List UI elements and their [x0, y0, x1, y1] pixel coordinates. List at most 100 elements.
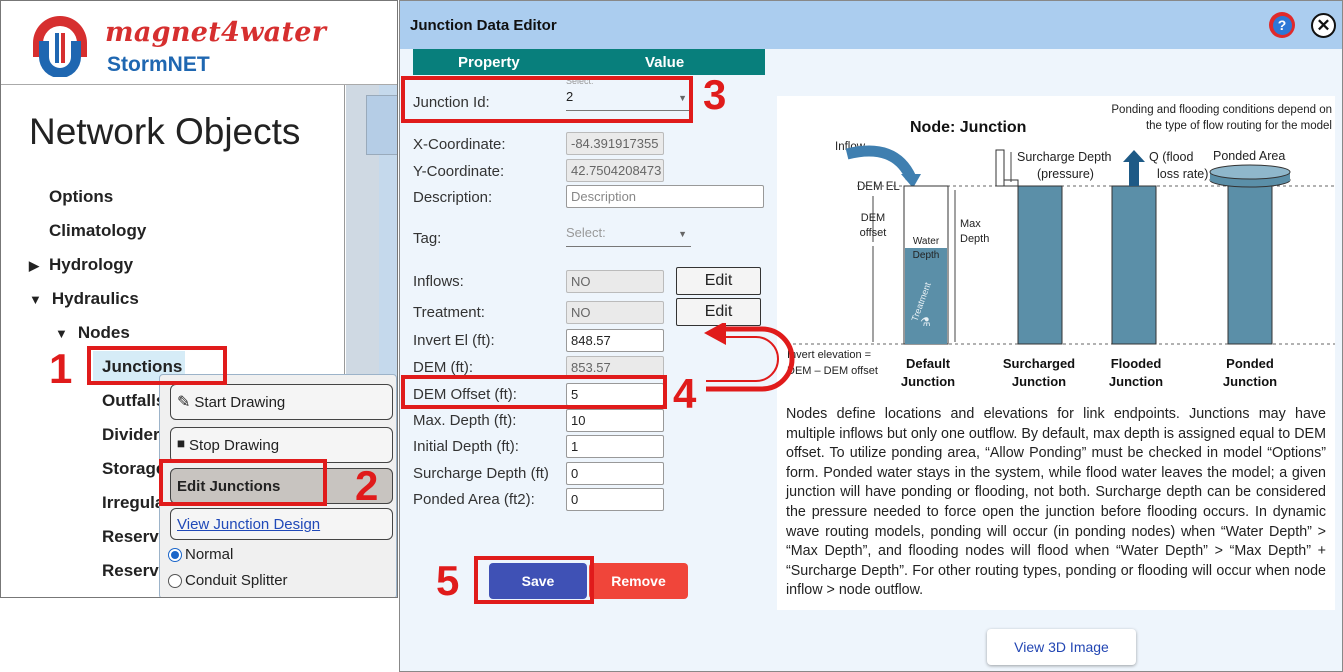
nav-item-options[interactable]: Options [49, 187, 113, 207]
ponded-area-label: Ponded Area (ft2): [413, 491, 535, 508]
diagram-title: Node: Junction [910, 119, 1026, 136]
flask-icon: ⚗ [920, 315, 931, 329]
junction-type-label: Flooded [1111, 356, 1162, 371]
dem-offset-label: offset [860, 227, 887, 239]
flood-loss-label: loss rate) [1157, 167, 1208, 181]
radio-conduit-splitter[interactable]: Conduit Splitter [168, 572, 288, 589]
invert-el-input[interactable]: 848.57 [566, 329, 664, 352]
water-depth-label: Water [913, 236, 940, 247]
nav-item-label: Divider [102, 425, 160, 444]
dialog-header: Junction Data Editor ? ✕ [400, 1, 1342, 49]
nav-item-label: Hydrology [49, 255, 134, 274]
nav-item-storage[interactable]: Storage [102, 459, 165, 479]
radio-label: Normal [185, 546, 234, 563]
dem-offset-label: DEM [861, 212, 885, 224]
nav-item-reservoir-2[interactable]: Reserv [102, 561, 159, 581]
highlight-junction-id [401, 76, 693, 123]
junction-description: Nodes define locations and elevations fo… [777, 399, 1335, 610]
button-label: Stop Drawing [189, 436, 280, 454]
junction-type-label: Junction [1012, 374, 1066, 389]
surcharge-depth-input[interactable]: 0 [566, 462, 664, 485]
surcharge-depth-label: Surcharge Depth (ft) [413, 465, 549, 482]
inflows-field: NO [566, 270, 664, 293]
flood-arrowhead [1123, 150, 1145, 162]
help-icon[interactable]: ? [1269, 12, 1295, 38]
description-input[interactable]: Description [566, 185, 764, 208]
start-drawing-button[interactable]: ✎ Start Drawing [170, 384, 393, 420]
nav-item-hydrology[interactable]: ▶ Hydrology [29, 255, 133, 275]
nav-item-label: Reserv [102, 527, 159, 546]
diagram-note: the type of flow routing for the model [1146, 120, 1332, 132]
radio-label: Conduit Splitter [185, 572, 288, 589]
nav-item-reservoir[interactable]: Reserv [102, 527, 159, 547]
junction-type-label: Surcharged [1003, 356, 1075, 371]
junction-type-label: Default [906, 356, 951, 371]
highlight-junctions [87, 346, 227, 385]
nav-item-hydraulics[interactable]: ▼ Hydraulics [29, 289, 139, 309]
map-feature [366, 95, 397, 155]
nav-item-irregular[interactable]: Irregula [102, 493, 164, 513]
logo-area: magnet4water StormNET [1, 1, 397, 85]
treatment-label: Treatment: [413, 304, 485, 321]
magnet-logo-icon [33, 16, 87, 77]
brand-name: magnet4water [105, 17, 327, 48]
nav-item-label: Irregula [102, 493, 165, 512]
nav-item-label: Storage [102, 459, 166, 478]
nav-item-label: Hydraulics [51, 289, 139, 308]
nav-item-label: Climatology [49, 221, 147, 240]
surcharged-junction-shape [1017, 185, 1063, 345]
inflows-label: Inflows: [413, 273, 464, 290]
flood-arrow-icon [1129, 160, 1139, 186]
pencil-icon: ✎ [177, 394, 191, 411]
edit-treatment-button[interactable]: Edit [676, 298, 761, 326]
description-label: Description: [413, 189, 493, 206]
stop-drawing-button[interactable]: ⏹ Stop Drawing [170, 427, 393, 463]
max-depth-input[interactable]: 10 [566, 409, 664, 432]
junction-diagram: Ponding and flooding conditions depend o… [777, 96, 1335, 399]
edit-inflows-button[interactable]: Edit [676, 267, 761, 295]
column-property: Property [458, 54, 520, 71]
view-junction-design-link[interactable]: View Junction Design [170, 508, 393, 540]
initial-depth-label: Initial Depth (ft): [413, 438, 519, 455]
app-sidebar: magnet4water StormNET Network Objects Op… [0, 0, 398, 598]
radio-unselected-icon [168, 573, 182, 588]
ponded-area-label: Ponded Area [1213, 149, 1285, 163]
radio-normal[interactable]: Normal [168, 546, 233, 563]
highlight-save [474, 556, 594, 604]
junction-type-label: Junction [901, 374, 955, 389]
select-placeholder: Select: [566, 225, 606, 240]
dropdown-arrow-icon: ▼ [678, 229, 687, 239]
dialog-title: Junction Data Editor [410, 17, 557, 34]
nav-item-divider[interactable]: Divider [102, 425, 160, 445]
view-3d-image-button[interactable]: View 3D Image [987, 629, 1136, 665]
step-number: 4 [673, 370, 697, 417]
max-depth-label: Max [960, 218, 981, 230]
nav-item-outfalls[interactable]: Outfalls [102, 391, 165, 411]
caret-right-icon: ▶ [29, 258, 39, 273]
max-depth-label: Max. Depth (ft): [413, 412, 517, 429]
dem-label: DEM (ft): [413, 359, 473, 376]
x-coordinate-label: X-Coordinate: [413, 136, 506, 153]
diagram-note: Ponding and flooding conditions depend o… [1111, 104, 1332, 116]
nav-item-label: Nodes [77, 323, 130, 342]
initial-depth-input[interactable]: 1 [566, 435, 664, 458]
y-coordinate-field: 42.7504208473 [566, 159, 664, 182]
nav-item-climatology[interactable]: Climatology [49, 221, 146, 241]
flooded-junction-shape [1111, 185, 1157, 345]
radio-selected-icon [168, 547, 182, 562]
max-depth-label: Depth [960, 233, 989, 245]
close-icon[interactable]: ✕ [1311, 13, 1336, 38]
panel-title: Network Objects [29, 111, 301, 152]
step-number: 5 [436, 557, 460, 604]
ponded-area-input[interactable]: 0 [566, 488, 664, 511]
nav-item-nodes[interactable]: ▼ Nodes [55, 323, 130, 343]
highlight-dem-offset [401, 375, 667, 409]
remove-button[interactable]: Remove [589, 563, 688, 599]
step-number: 1 [49, 345, 73, 392]
inflow-arrow-icon [845, 145, 917, 181]
caret-down-icon: ▼ [55, 326, 68, 341]
nav-item-label: Options [49, 187, 114, 206]
tag-select[interactable]: Select: ▼ [566, 225, 691, 247]
link-label: View Junction Design [177, 515, 321, 533]
column-value: Value [645, 54, 685, 71]
